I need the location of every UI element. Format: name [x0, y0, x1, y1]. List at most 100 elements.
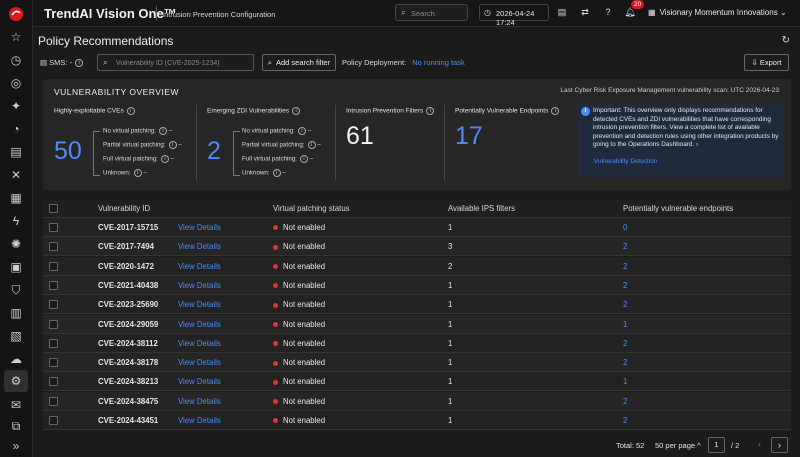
select-all-checkbox[interactable]	[49, 204, 58, 213]
info-icon[interactable]: i	[161, 155, 170, 163]
emerging-zdi-count[interactable]: 2	[207, 137, 221, 166]
info-icon[interactable]: i	[158, 127, 167, 135]
table-row[interactable]: CVE-2024-38178 View Details Not enabled 1 2	[43, 353, 791, 373]
table-row[interactable]: CVE-2021-40438 View Details Not enabled 1 2	[43, 275, 791, 295]
org-selector[interactable]: ▦ Visionary Momentum Innovations ⌄	[648, 8, 787, 17]
info-icon[interactable]: i	[168, 141, 177, 149]
rocket-icon[interactable]: ✦	[8, 98, 24, 114]
page-number-input[interactable]: 1	[708, 437, 725, 453]
row-checkbox[interactable]	[49, 300, 58, 310]
info-icon[interactable]: i	[292, 107, 301, 115]
shield-icon[interactable]: ⛉	[8, 282, 24, 298]
table-row[interactable]: CVE-2020-1472 View Details Not enabled 2 2	[43, 256, 791, 276]
endpoint-count-link[interactable]: 2	[623, 281, 627, 290]
view-details-link[interactable]: View Details	[178, 262, 221, 271]
column-header-vulnerability-id[interactable]: Vulnerability ID	[98, 204, 150, 213]
refresh-icon[interactable]: ↻	[782, 35, 790, 46]
view-details-link[interactable]: View Details	[178, 358, 221, 367]
workflow-icon[interactable]: ⧉	[8, 418, 24, 434]
vulnerability-search-input[interactable]	[116, 57, 251, 69]
add-search-filter-button[interactable]: ⌕ Add search filter	[262, 54, 336, 71]
network-icon[interactable]: ✺	[8, 236, 24, 252]
table-row[interactable]: CVE-2017-7494 View Details Not enabled 3 2	[43, 237, 791, 257]
gauge-icon[interactable]: ◔	[8, 121, 24, 137]
endpoint-count-link[interactable]: 1	[623, 377, 627, 386]
help-icon[interactable]: ?	[602, 7, 614, 17]
info-icon[interactable]: i	[126, 107, 135, 115]
view-details-link[interactable]: View Details	[178, 320, 221, 329]
prev-page-button[interactable]: ‹	[751, 437, 768, 453]
id-card-icon[interactable]: ▣	[8, 259, 24, 275]
info-icon[interactable]: i	[551, 107, 560, 115]
server-icon[interactable]: ▥	[8, 305, 24, 321]
row-checkbox[interactable]	[49, 261, 58, 271]
trend-logo-icon[interactable]	[7, 5, 25, 23]
endpoint-count-link[interactable]: 2	[623, 339, 627, 348]
info-icon[interactable]: i	[300, 155, 309, 163]
vulnerability-detection-link[interactable]: Vulnerability Detection	[594, 158, 657, 165]
table-row[interactable]: CVE-2023-25690 View Details Not enabled 1 2	[43, 295, 791, 315]
column-header-virtual-patching-status[interactable]: Virtual patching status	[273, 204, 350, 213]
endpoint-count-link[interactable]: 2	[623, 358, 627, 367]
column-header-ips-filters[interactable]: Available IPS filters	[448, 204, 515, 213]
next-page-button[interactable]: ›	[771, 437, 788, 453]
info-icon[interactable]: i	[272, 169, 281, 177]
star-icon[interactable]: ☆	[8, 29, 24, 45]
table-row[interactable]: CVE-2017-15715 View Details Not enabled 1 0	[43, 218, 791, 237]
endpoint-count-link[interactable]: 2	[623, 242, 627, 251]
view-details-link[interactable]: View Details	[178, 339, 221, 348]
clipboard-icon[interactable]: ▦	[8, 190, 24, 206]
endpoint-count-link[interactable]: 2	[623, 397, 627, 406]
dashboard-icon[interactable]: ◎	[8, 75, 24, 91]
row-checkbox[interactable]	[49, 338, 58, 348]
vulnerability-search-field[interactable]: ⌕	[97, 54, 254, 71]
info-icon[interactable]: i	[297, 127, 306, 135]
row-checkbox[interactable]	[49, 223, 58, 232]
info-icon[interactable]: i	[133, 169, 142, 177]
expand-rail-icon[interactable]: »	[8, 438, 24, 454]
endpoint-count-link[interactable]: 0	[623, 223, 627, 232]
row-checkbox[interactable]	[49, 242, 58, 252]
row-checkbox[interactable]	[49, 319, 58, 329]
vulnerable-endpoints-count[interactable]: 17	[455, 122, 483, 151]
sync-icon[interactable]: ⇄	[579, 7, 591, 18]
view-details-link[interactable]: View Details	[178, 281, 221, 290]
row-checkbox[interactable]	[49, 358, 58, 368]
per-page-selector[interactable]: 50 per page ^	[655, 441, 701, 450]
deployment-status-link[interactable]: No running task	[412, 58, 465, 67]
row-checkbox[interactable]	[49, 416, 58, 425]
global-search[interactable]: ⌕ Search	[395, 4, 468, 21]
info-icon[interactable]: i	[307, 141, 316, 149]
endpoint-count-link[interactable]: 2	[623, 262, 627, 271]
view-details-link[interactable]: View Details	[178, 300, 221, 309]
endpoint-count-link[interactable]: 1	[623, 320, 627, 329]
history-icon[interactable]: ◷	[8, 52, 24, 68]
building-icon[interactable]: ▧	[8, 328, 24, 344]
view-details-link[interactable]: View Details	[178, 377, 221, 386]
settings-gear-icon[interactable]: ⚙	[4, 370, 28, 392]
endpoint-count-link[interactable]: 2	[623, 300, 627, 309]
table-row[interactable]: CVE-2024-38112 View Details Not enabled 1 2	[43, 333, 791, 353]
table-row[interactable]: CVE-2024-38213 View Details Not enabled 1 1	[43, 372, 791, 392]
view-details-link[interactable]: View Details	[178, 416, 221, 425]
table-row[interactable]: CVE-2024-38475 View Details Not enabled 1 2	[43, 391, 791, 411]
report-icon[interactable]: ▤	[8, 144, 24, 160]
row-checkbox[interactable]	[49, 377, 58, 387]
cloud-icon[interactable]: ☁	[8, 351, 24, 367]
row-checkbox[interactable]	[49, 396, 58, 406]
x-icon[interactable]: ✕	[8, 167, 24, 183]
view-details-link[interactable]: View Details	[178, 397, 221, 406]
export-button[interactable]: ⇩ Export	[744, 54, 789, 71]
mail-icon[interactable]: ✉	[8, 397, 24, 413]
view-details-link[interactable]: View Details	[178, 223, 221, 232]
table-row[interactable]: CVE-2024-43451 View Details Not enabled 1 2	[43, 411, 791, 430]
datetime-display[interactable]: ◷ 2026-04-24 17:24	[479, 4, 549, 27]
info-icon[interactable]: i	[426, 107, 435, 115]
info-icon[interactable]: i	[75, 59, 84, 68]
endpoint-count-link[interactable]: 2	[623, 416, 627, 425]
row-checkbox[interactable]	[49, 280, 58, 290]
document-icon[interactable]: ▤	[556, 7, 568, 18]
column-header-vulnerable-endpoints[interactable]: Potentially vulnerable endpoints	[623, 204, 733, 213]
bolt-icon[interactable]: ϟ	[8, 213, 24, 229]
view-details-link[interactable]: View Details	[178, 242, 221, 251]
